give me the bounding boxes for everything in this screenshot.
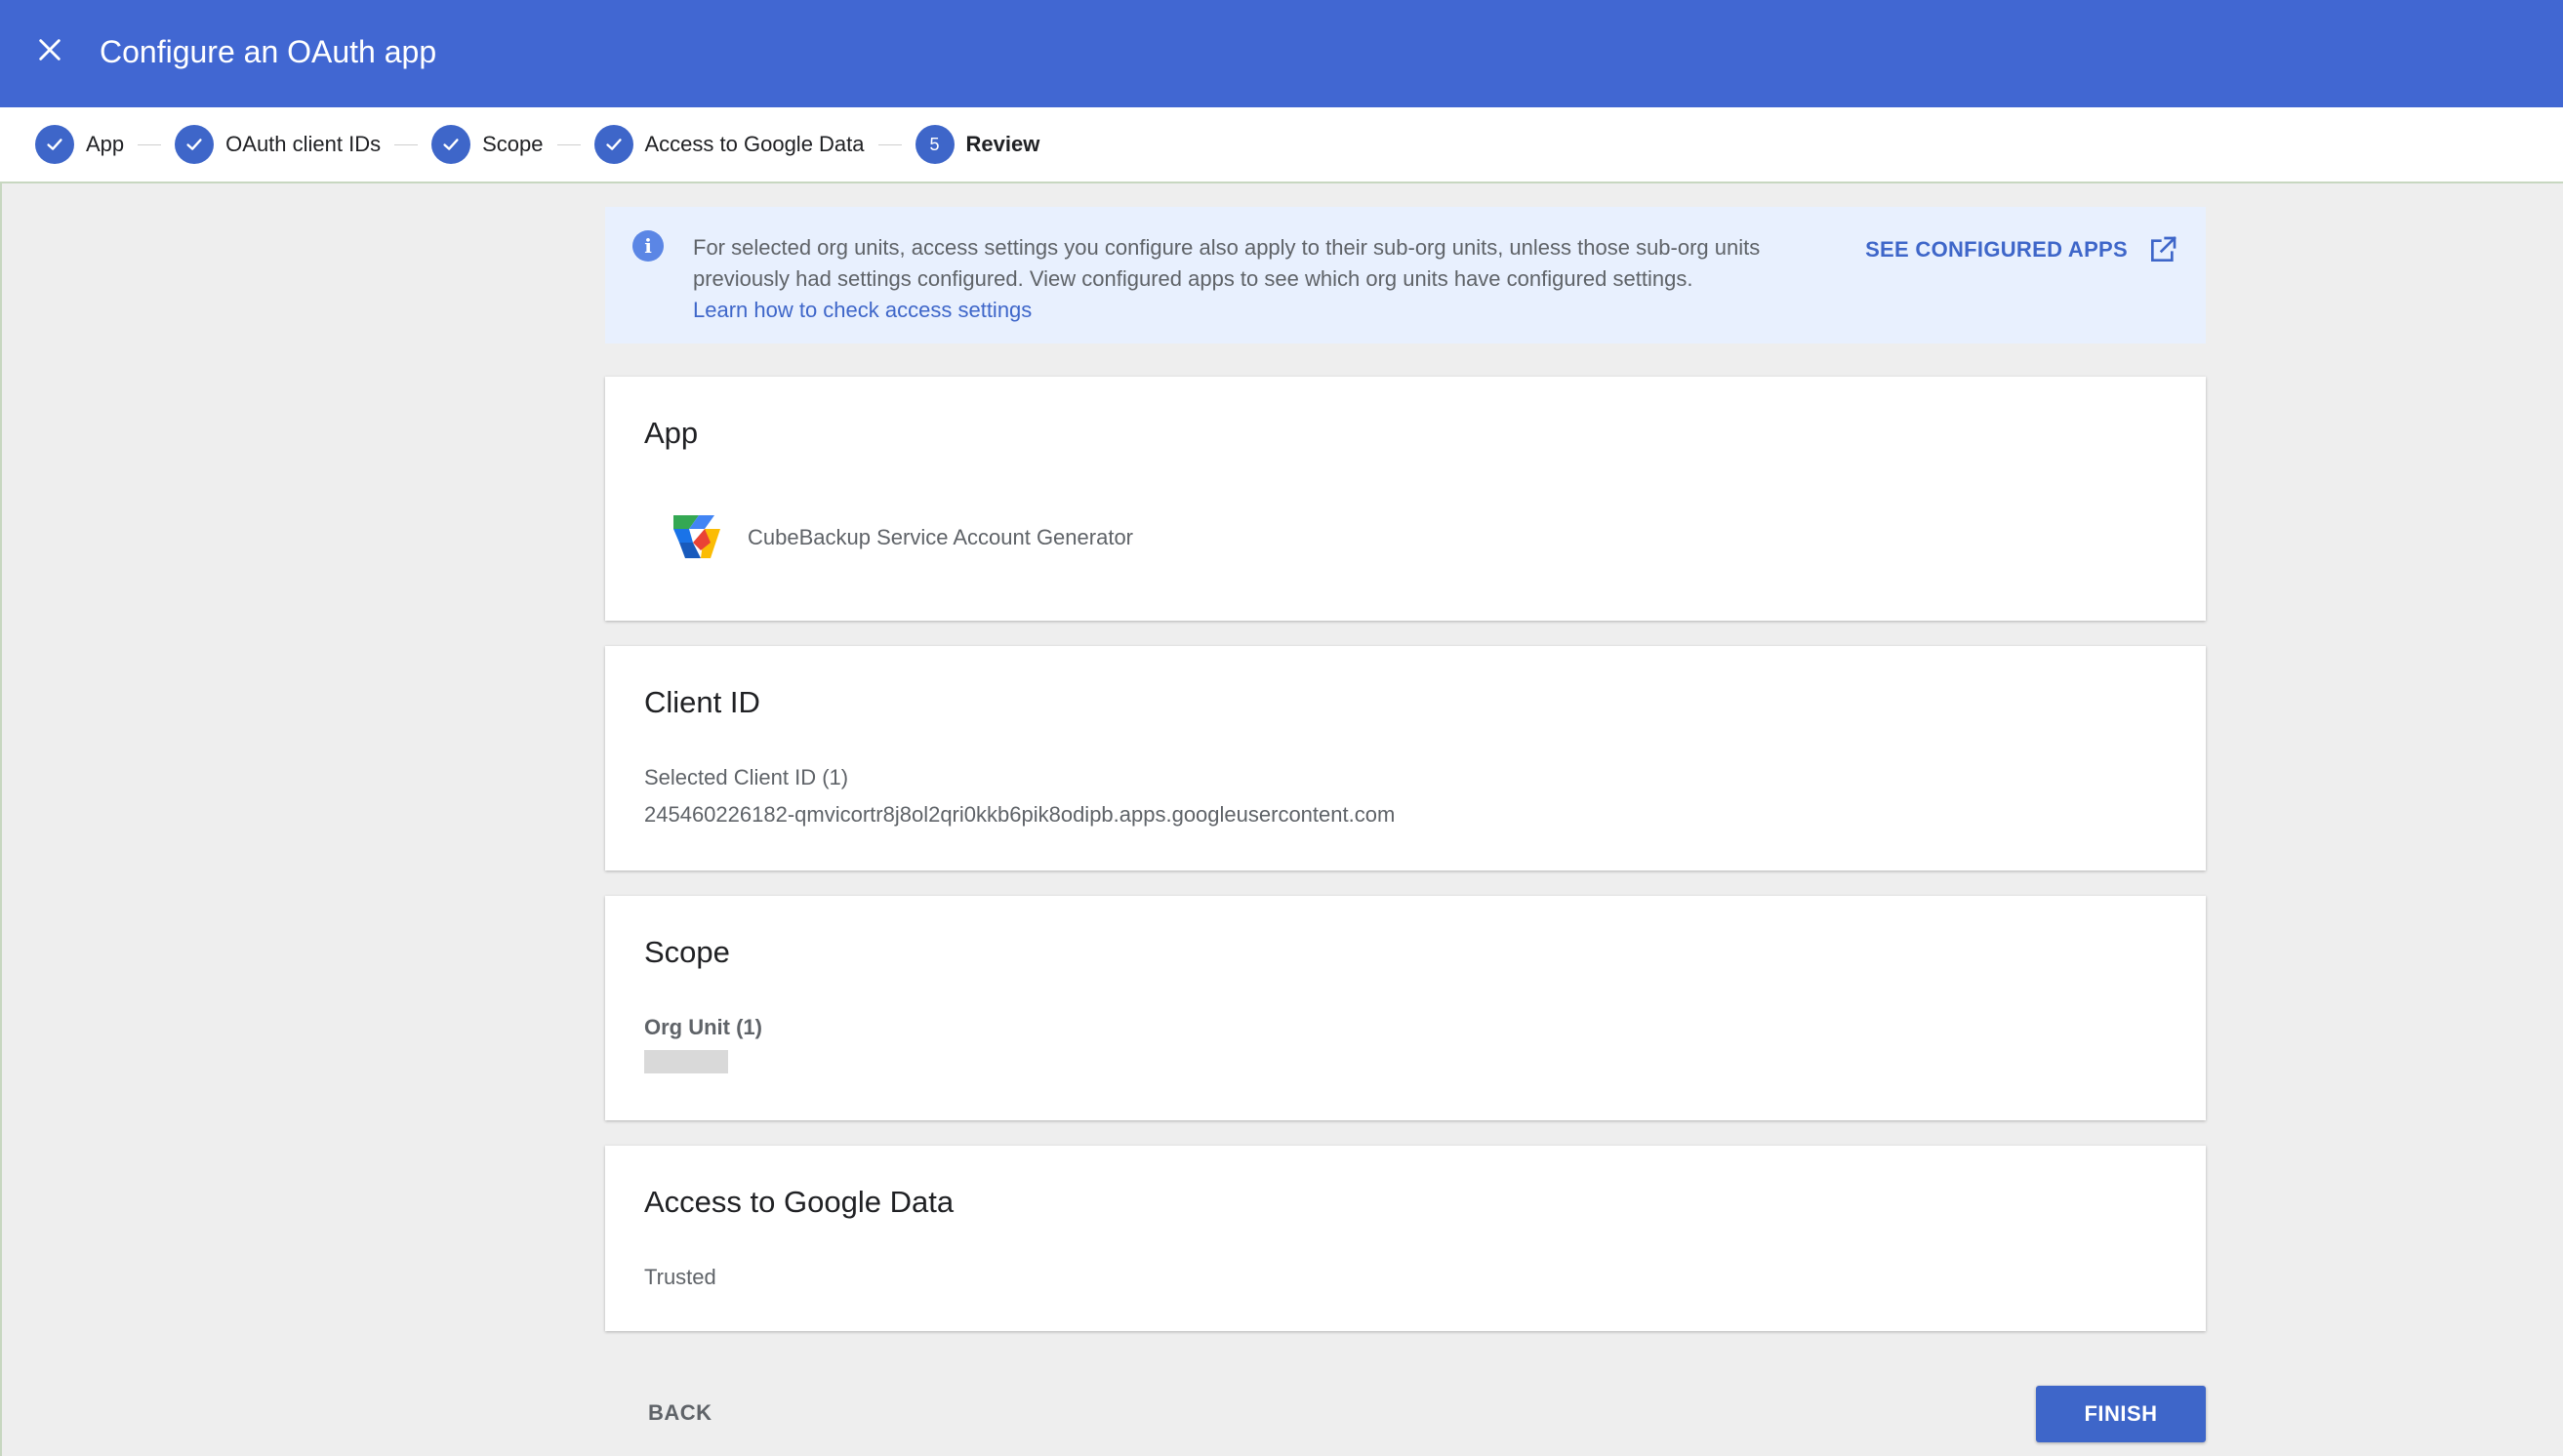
step-label: OAuth client IDs [225, 132, 382, 156]
step-connector [394, 143, 419, 145]
step-connector [877, 143, 902, 145]
card-title: Access to Google Data [644, 1185, 955, 1219]
client-id-card: Client ID Selected Client ID (1) 2454602… [605, 646, 2206, 870]
check-icon [35, 125, 74, 164]
close-button[interactable] [27, 27, 72, 72]
step-number: 5 [915, 125, 955, 164]
see-configured-apps-label: SEE CONFIGURED APPS [1865, 237, 2128, 262]
client-id-label: Selected Client ID (1) [644, 765, 849, 789]
close-icon [39, 39, 61, 61]
app-name: CubeBackup Service Account Generator [748, 525, 1134, 549]
banner-message: For selected org units, access settings … [693, 235, 1761, 291]
finish-button[interactable]: FINISH [2036, 1386, 2206, 1442]
cubebackup-logo-icon [673, 515, 720, 558]
step-label: Access to Google Data [644, 132, 865, 156]
app-header: Configure an OAuth app [0, 0, 2563, 107]
learn-more-link[interactable]: Learn how to check access settings [693, 295, 1825, 326]
step-label: Review [965, 132, 1040, 156]
step-access-to-google-data[interactable]: Access to Google Data [593, 125, 865, 164]
page-title: Configure an OAuth app [100, 34, 437, 69]
info-banner: i For selected org units, access setting… [605, 207, 2206, 344]
check-icon [593, 125, 633, 164]
check-icon [431, 125, 471, 164]
stepper: App OAuth client IDs Scope Access to Goo… [0, 107, 2563, 183]
step-connector [138, 143, 162, 145]
app-card: App CubeBackup Service Account Generator [605, 377, 2206, 621]
card-title: Scope [644, 935, 730, 969]
step-oauth-client-ids[interactable]: OAuth client IDs [175, 125, 381, 164]
check-icon [175, 125, 215, 164]
step-label: App [86, 132, 125, 156]
step-app[interactable]: App [35, 125, 124, 164]
step-connector [556, 143, 581, 145]
client-id-value: 245460226182-qmvicortr8j8ol2qri0kkb6pik8… [644, 802, 1396, 827]
card-title: App [644, 416, 699, 450]
step-label: Scope [482, 132, 544, 156]
info-icon: i [632, 230, 664, 262]
app-row: CubeBackup Service Account Generator [666, 509, 1133, 566]
back-button[interactable]: BACK [629, 1388, 732, 1438]
step-scope[interactable]: Scope [431, 125, 544, 164]
step-review[interactable]: 5 Review [915, 125, 1040, 164]
banner-text: For selected org units, access settings … [693, 232, 1825, 326]
card-title: Client ID [644, 685, 760, 719]
access-card: Access to Google Data Trusted [605, 1146, 2206, 1331]
scope-card: Scope Org Unit (1) [605, 896, 2206, 1120]
see-configured-apps-button[interactable]: SEE CONFIGURED APPS [1865, 234, 2178, 265]
org-unit-label: Org Unit (1) [644, 1015, 762, 1039]
access-value: Trusted [644, 1265, 716, 1289]
page-border [0, 183, 2, 1456]
open-in-new-icon [2151, 236, 2177, 262]
redacted-org-unit [644, 1050, 728, 1073]
